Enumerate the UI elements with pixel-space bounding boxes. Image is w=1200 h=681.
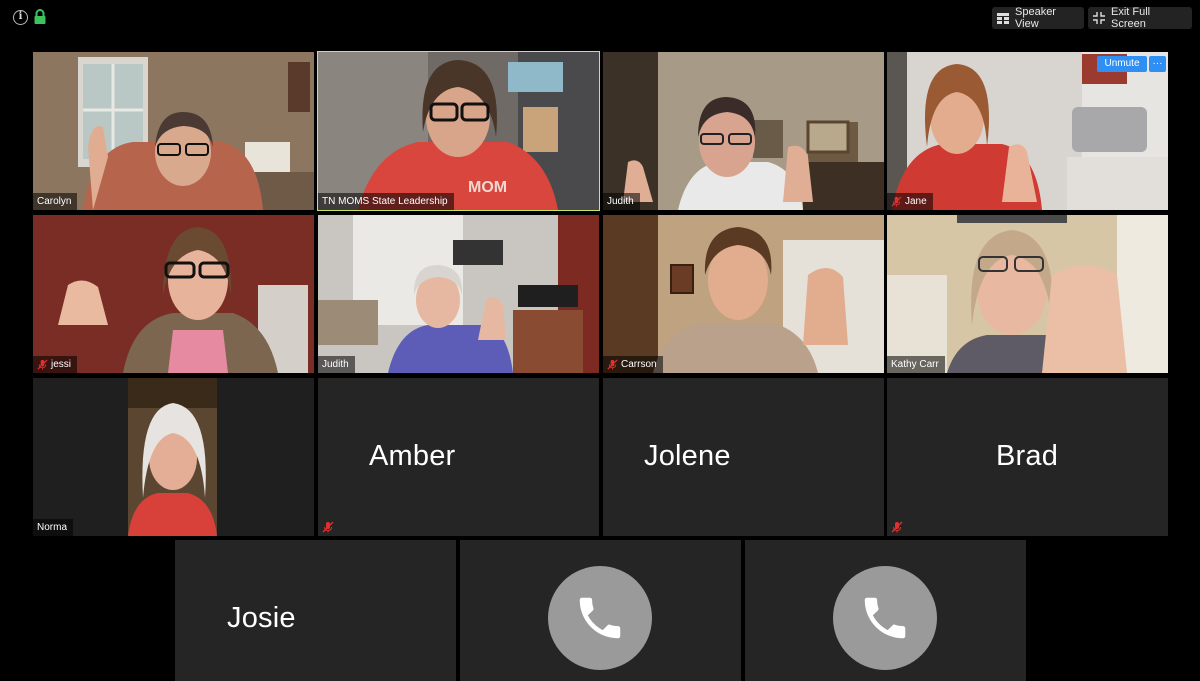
participant-name-tag: Kathy Carr: [887, 356, 945, 373]
participant-name: Judith: [322, 359, 349, 370]
participant-tile-no-video[interactable]: Amber: [318, 378, 599, 536]
participant-name: Norma: [37, 522, 68, 533]
participant-name: Carolyn: [37, 196, 72, 207]
participant-tile-phone[interactable]: [460, 540, 741, 681]
phone-icon: [864, 597, 906, 639]
participant-video: MOM: [318, 52, 599, 210]
participant-name: Amber: [369, 440, 456, 472]
participant-tile[interactable]: Unmute ··· Jane: [887, 52, 1168, 210]
participant-name-tag: Jane: [887, 193, 933, 210]
muted-mic-icon: [891, 196, 902, 207]
participant-tile-no-video[interactable]: Josie: [175, 540, 456, 681]
participant-name-tag: Norma: [33, 519, 74, 536]
participant-video: [318, 215, 599, 373]
participant-name: Carrson: [621, 359, 657, 370]
muted-mic-icon: [322, 521, 334, 533]
participant-name: Judith: [607, 196, 634, 207]
participant-name: jessi: [51, 359, 72, 370]
participant-tile[interactable]: Judith: [318, 215, 599, 373]
participant-name: Jane: [905, 196, 927, 207]
svg-text:MOM: MOM: [468, 179, 507, 196]
muted-mic-icon: [891, 521, 903, 533]
participant-video: [33, 52, 314, 210]
participant-video: [603, 52, 884, 210]
participant-video: [887, 215, 1168, 373]
participant-name-tag: Judith: [603, 193, 640, 210]
participant-video: [603, 215, 884, 373]
participant-name: TN MOMS State Leadership: [322, 196, 448, 207]
participant-name-tag: Carrson: [603, 356, 663, 373]
phone-icon: [579, 597, 621, 639]
participant-name: Jolene: [644, 440, 731, 472]
participant-name-tag: TN MOMS State Leadership: [318, 193, 454, 210]
participant-tile-active-speaker[interactable]: MOM TN MOMS State Leadership: [317, 51, 600, 211]
participant-name: Kathy Carr: [891, 359, 939, 370]
participant-name-tag: Judith: [318, 356, 355, 373]
participant-tile-no-video[interactable]: Brad: [887, 378, 1168, 536]
participant-tile[interactable]: Norma: [33, 378, 314, 536]
participant-video: [887, 52, 1168, 210]
top-toolbar: i Speaker View Exit Full Screen: [0, 0, 1200, 36]
participant-name: Josie: [227, 602, 296, 634]
participant-name-tag: jessi: [33, 356, 78, 373]
phone-avatar: [548, 566, 652, 670]
more-options-button[interactable]: ···: [1149, 56, 1166, 72]
participant-video: [33, 215, 314, 373]
speaker-view-button[interactable]: Speaker View: [992, 6, 1084, 30]
speaker-view-label: Speaker View: [1015, 6, 1056, 30]
muted-mic-icon: [37, 359, 48, 370]
lock-icon[interactable]: [33, 9, 47, 25]
exit-fullscreen-icon: [1093, 12, 1105, 24]
participant-name-tag: Carolyn: [33, 193, 78, 210]
participant-name: Brad: [996, 440, 1059, 472]
participant-tile[interactable]: Judith: [603, 52, 884, 210]
participant-tile-no-video[interactable]: Jolene: [603, 378, 884, 536]
exit-full-screen-button[interactable]: Exit Full Screen: [1088, 6, 1192, 30]
participant-video: [33, 378, 314, 536]
phone-avatar: [833, 566, 937, 670]
info-icon[interactable]: i: [13, 10, 28, 25]
participant-tile[interactable]: Carolyn: [33, 52, 314, 210]
unmute-button[interactable]: Unmute: [1097, 56, 1147, 72]
participant-tile[interactable]: Kathy Carr: [887, 215, 1168, 373]
participant-tile[interactable]: jessi: [33, 215, 314, 373]
participant-tile[interactable]: Carrson: [603, 215, 884, 373]
participant-tile-phone[interactable]: [745, 540, 1026, 681]
muted-mic-icon: [607, 359, 618, 370]
grid-icon: [997, 12, 1009, 24]
exit-full-screen-label: Exit Full Screen: [1111, 6, 1151, 30]
